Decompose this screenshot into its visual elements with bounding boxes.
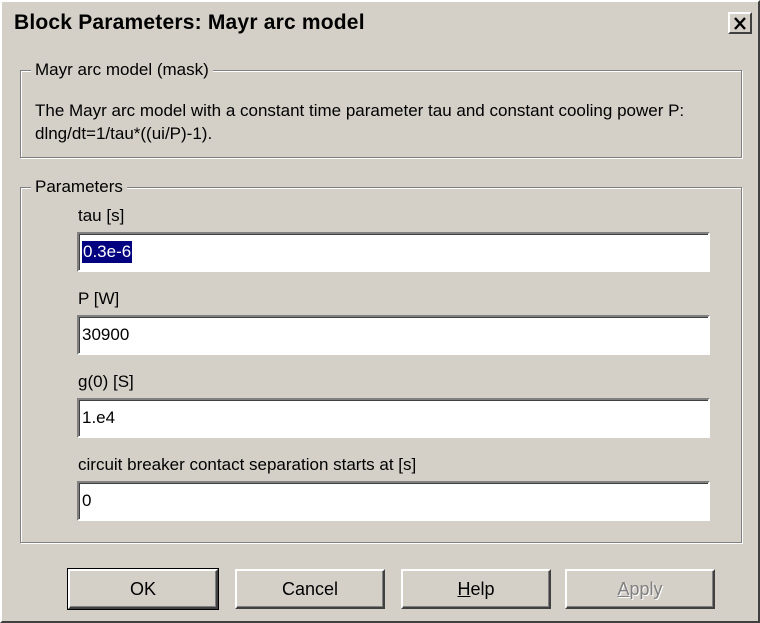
apply-button-label-rest: pply [629, 578, 663, 599]
close-button[interactable] [728, 12, 752, 34]
help-button-accesskey: H [457, 578, 471, 599]
g0-input[interactable] [82, 406, 682, 430]
parameters-group-legend: Parameters [31, 176, 127, 198]
mask-description-group: Mayr arc model (mask) The Mayr arc model… [20, 59, 742, 158]
separation-field[interactable] [77, 481, 710, 521]
apply-button-accesskey: A [617, 578, 630, 599]
separation-input[interactable] [82, 489, 682, 513]
block-parameters-dialog: Block Parameters: Mayr arc model Mayr ar… [0, 0, 760, 623]
tau-label: tau [s] [78, 206, 125, 225]
cancel-button[interactable]: Cancel [235, 569, 385, 609]
help-button[interactable]: Help [401, 569, 551, 609]
g0-label-rest: (0) [S] [87, 372, 134, 391]
p-field[interactable] [77, 315, 710, 355]
separation-label: circuit breaker contact separation start… [78, 455, 417, 474]
parameters-group: Parameters tau [s] 0.3e-6 P [W] g(0) [S]… [20, 176, 742, 543]
help-button-label-rest: elp [470, 578, 495, 599]
tau-value-selected[interactable]: 0.3e-6 [82, 241, 133, 263]
mask-group-legend: Mayr arc model (mask) [31, 59, 213, 81]
p-input[interactable] [82, 323, 682, 347]
title-bar[interactable]: Block Parameters: Mayr arc model [4, 4, 756, 44]
window-title: Block Parameters: Mayr arc model [14, 11, 365, 34]
p-label: P [W] [78, 289, 120, 308]
apply-button[interactable]: Apply [565, 569, 715, 609]
mask-description: The Mayr arc model with a constant time … [35, 101, 685, 143]
tau-field[interactable]: 0.3e-6 [77, 232, 710, 272]
ok-button[interactable]: OK [67, 568, 219, 610]
close-icon [734, 16, 746, 30]
g0-label: g(0) [S] [78, 372, 134, 392]
g0-field[interactable] [77, 398, 710, 438]
